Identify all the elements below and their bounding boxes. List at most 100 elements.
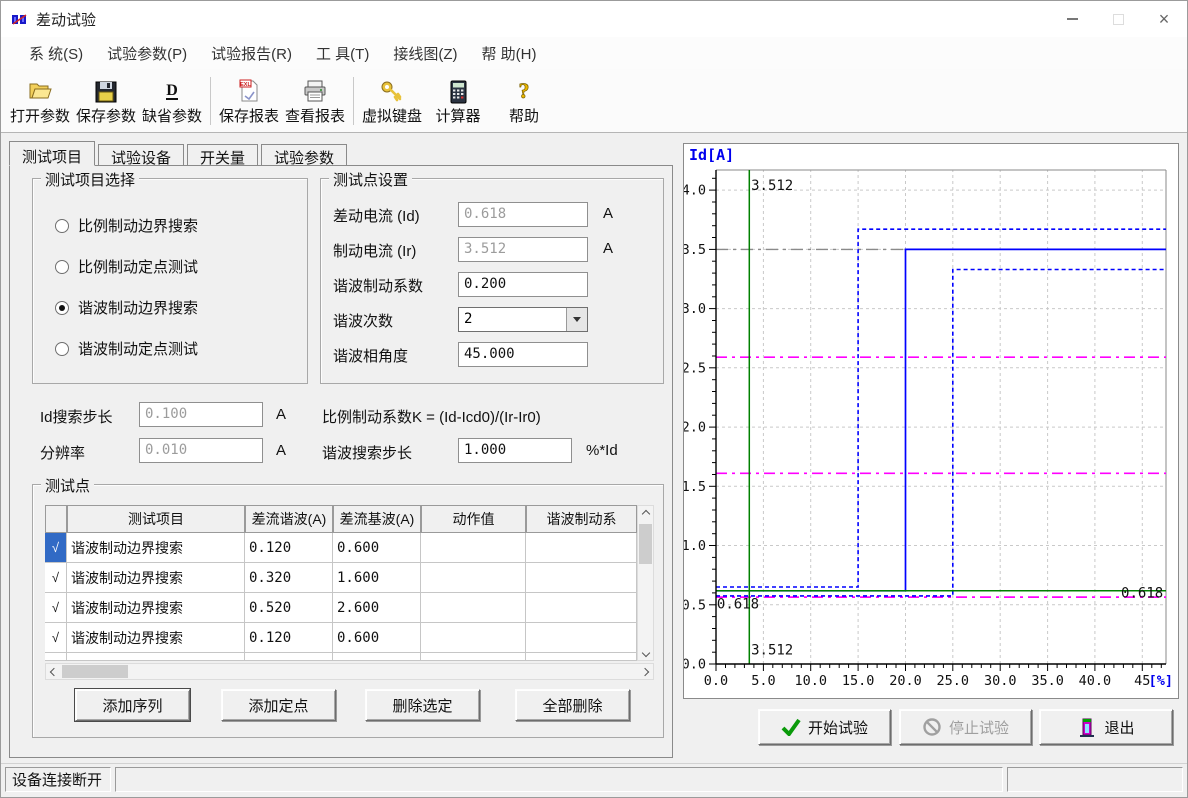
id-step-input[interactable]: 0.100: [139, 402, 263, 427]
resolution-input[interactable]: 0.010: [139, 438, 263, 463]
cell-harmonic-current[interactable]: 0.520: [245, 593, 333, 623]
cell-action-value[interactable]: [421, 623, 526, 653]
cell-harmonic-coeff[interactable]: [526, 593, 637, 623]
svg-text:10.0: 10.0: [794, 673, 827, 689]
start-check-icon: [781, 718, 801, 736]
column-header[interactable]: 谐波制动系: [526, 505, 637, 533]
save-params-button[interactable]: 保存参数: [73, 72, 139, 130]
harmonic-order-select[interactable]: 2: [458, 307, 588, 332]
cell-fundamental-current[interactable]: 1.600: [333, 563, 421, 593]
harmonic-step-input[interactable]: 1.000: [458, 438, 572, 463]
cell-fundamental-current[interactable]: 0.600: [333, 533, 421, 563]
menu-test-report[interactable]: 试验报告(R): [199, 39, 304, 68]
table-vertical-scrollbar[interactable]: [637, 505, 654, 661]
chevron-down-icon: [573, 317, 581, 322]
help-button[interactable]: ? 帮助: [491, 72, 557, 130]
group-test-point-settings: 测试点设置 差动电流 (Id) 0.618 A 制动电流 (Ir) 3.512 …: [320, 178, 664, 384]
delete-selected-button[interactable]: 删除选定: [365, 689, 480, 721]
column-header[interactable]: 动作值: [421, 505, 526, 533]
default-params-button[interactable]: D 缺省参数: [139, 72, 205, 130]
app-icon: [11, 12, 28, 27]
add-fixed-point-button[interactable]: 添加定点: [221, 689, 336, 721]
menu-test-params[interactable]: 试验参数(P): [95, 39, 199, 68]
save-report-button[interactable]: EXL 保存报表: [216, 72, 282, 130]
field-label-harmonic-step: 谐波搜索步长: [322, 442, 412, 463]
column-header[interactable]: 测试项目: [67, 505, 245, 533]
cell-harmonic-coeff[interactable]: [526, 533, 637, 563]
calculator-button[interactable]: 计算器: [425, 72, 491, 130]
close-button[interactable]: ×: [1141, 1, 1187, 37]
svg-text:0.0: 0.0: [684, 657, 706, 673]
cell-test-item[interactable]: 谐波制动边界搜索: [67, 533, 245, 563]
cell-harmonic-current[interactable]: 0.120: [245, 623, 333, 653]
scroll-up-button[interactable]: [638, 506, 654, 521]
table-row[interactable]: √ 谐波制动边界搜索 0.120 0.600: [45, 533, 637, 563]
tab-test-params[interactable]: 试验参数: [261, 144, 347, 166]
scrollbar-thumb[interactable]: [639, 524, 652, 564]
menu-wiring-diagram[interactable]: 接线图(Z): [381, 39, 469, 68]
row-check-cell[interactable]: √: [45, 593, 67, 623]
app-window: 差动试验 × 系 统(S) 试验参数(P) 试验报告(R) 工 具(T) 接线图…: [0, 0, 1188, 798]
tab-test-device[interactable]: 试验设备: [98, 144, 184, 166]
radio-ratio-boundary-search[interactable]: 比例制动边界搜索: [55, 215, 198, 236]
cell-action-value[interactable]: [421, 533, 526, 563]
svg-text:Id[A]: Id[A]: [689, 146, 734, 164]
id-current-input[interactable]: 0.618: [458, 202, 588, 227]
delete-all-button[interactable]: 全部删除: [515, 689, 630, 721]
cell-test-item[interactable]: 谐波制动边界搜索: [67, 593, 245, 623]
cell-fundamental-current[interactable]: 0.600: [333, 623, 421, 653]
scrollbar-thumb[interactable]: [62, 665, 128, 678]
cell-action-value[interactable]: [421, 593, 526, 623]
open-params-button[interactable]: 打开参数: [7, 72, 73, 130]
close-icon: ×: [1159, 10, 1170, 28]
cell-fundamental-current[interactable]: 2.600: [333, 593, 421, 623]
radio-ratio-fixed-point-test[interactable]: 比例制动定点测试: [55, 256, 198, 277]
column-header[interactable]: 差流基波(A): [333, 505, 421, 533]
view-report-button[interactable]: 查看报表: [282, 72, 348, 130]
tab-test-items[interactable]: 测试项目: [9, 141, 95, 166]
cell-test-item[interactable]: 谐波制动边界搜索: [67, 563, 245, 593]
svg-text:1.0: 1.0: [684, 538, 706, 554]
menu-system[interactable]: 系 统(S): [17, 39, 95, 68]
radio-harmonic-boundary-search[interactable]: 谐波制动边界搜索: [55, 297, 198, 318]
row-check-cell[interactable]: √: [45, 563, 67, 593]
statusbar: 设备连接断开: [1, 763, 1187, 797]
row-check-cell[interactable]: √: [45, 623, 67, 653]
radio-harmonic-fixed-point-test[interactable]: 谐波制动定点测试: [55, 338, 198, 359]
column-header[interactable]: [45, 505, 67, 533]
group-title: 测试项目选择: [41, 169, 139, 190]
harmonic-phase-input[interactable]: 45.000: [458, 342, 588, 367]
ratio-coeff-formula: 比例制动系数K = (Id-Icd0)/(Ir-Ir0): [322, 406, 541, 427]
exit-button[interactable]: 退出: [1039, 709, 1173, 745]
scroll-left-button[interactable]: [46, 664, 62, 679]
menu-tools[interactable]: 工 具(T): [304, 39, 381, 68]
minimize-button[interactable]: [1049, 1, 1095, 37]
calculator-icon: [446, 76, 470, 104]
cell-harmonic-current[interactable]: 0.120: [245, 533, 333, 563]
table-row[interactable]: √ 谐波制动边界搜索 0.320 1.600: [45, 563, 637, 593]
chevron-right-icon: [641, 667, 649, 675]
row-check-cell[interactable]: √: [45, 533, 67, 563]
scroll-down-button[interactable]: [638, 645, 654, 660]
ir-current-input[interactable]: 3.512: [458, 237, 588, 262]
cell-harmonic-coeff[interactable]: [526, 563, 637, 593]
save-floppy-icon: [94, 76, 118, 104]
menu-help[interactable]: 帮 助(H): [469, 39, 548, 68]
maximize-button[interactable]: [1095, 1, 1141, 37]
tab-switch-quantity[interactable]: 开关量: [187, 144, 258, 166]
cell-test-item[interactable]: 谐波制动边界搜索: [67, 623, 245, 653]
cell-action-value[interactable]: [421, 563, 526, 593]
harmonic-coeff-input[interactable]: 0.200: [458, 272, 588, 297]
virtual-keyboard-button[interactable]: 虚拟键盘: [359, 72, 425, 130]
add-sequence-button[interactable]: 添加序列: [75, 689, 190, 721]
cell-harmonic-current[interactable]: 0.320: [245, 563, 333, 593]
scroll-right-button[interactable]: [637, 664, 653, 679]
stop-test-button[interactable]: 停止试验: [899, 709, 1032, 745]
table-horizontal-scrollbar[interactable]: [45, 663, 654, 680]
table-row[interactable]: √ 谐波制动边界搜索 0.520 2.600: [45, 593, 637, 623]
cell-harmonic-coeff[interactable]: [526, 623, 637, 653]
start-test-button[interactable]: 开始试验: [758, 709, 891, 745]
table-row[interactable]: √ 谐波制动边界搜索 0.120 0.600: [45, 623, 637, 653]
combo-dropdown-button[interactable]: [566, 308, 587, 331]
column-header[interactable]: 差流谐波(A): [245, 505, 333, 533]
